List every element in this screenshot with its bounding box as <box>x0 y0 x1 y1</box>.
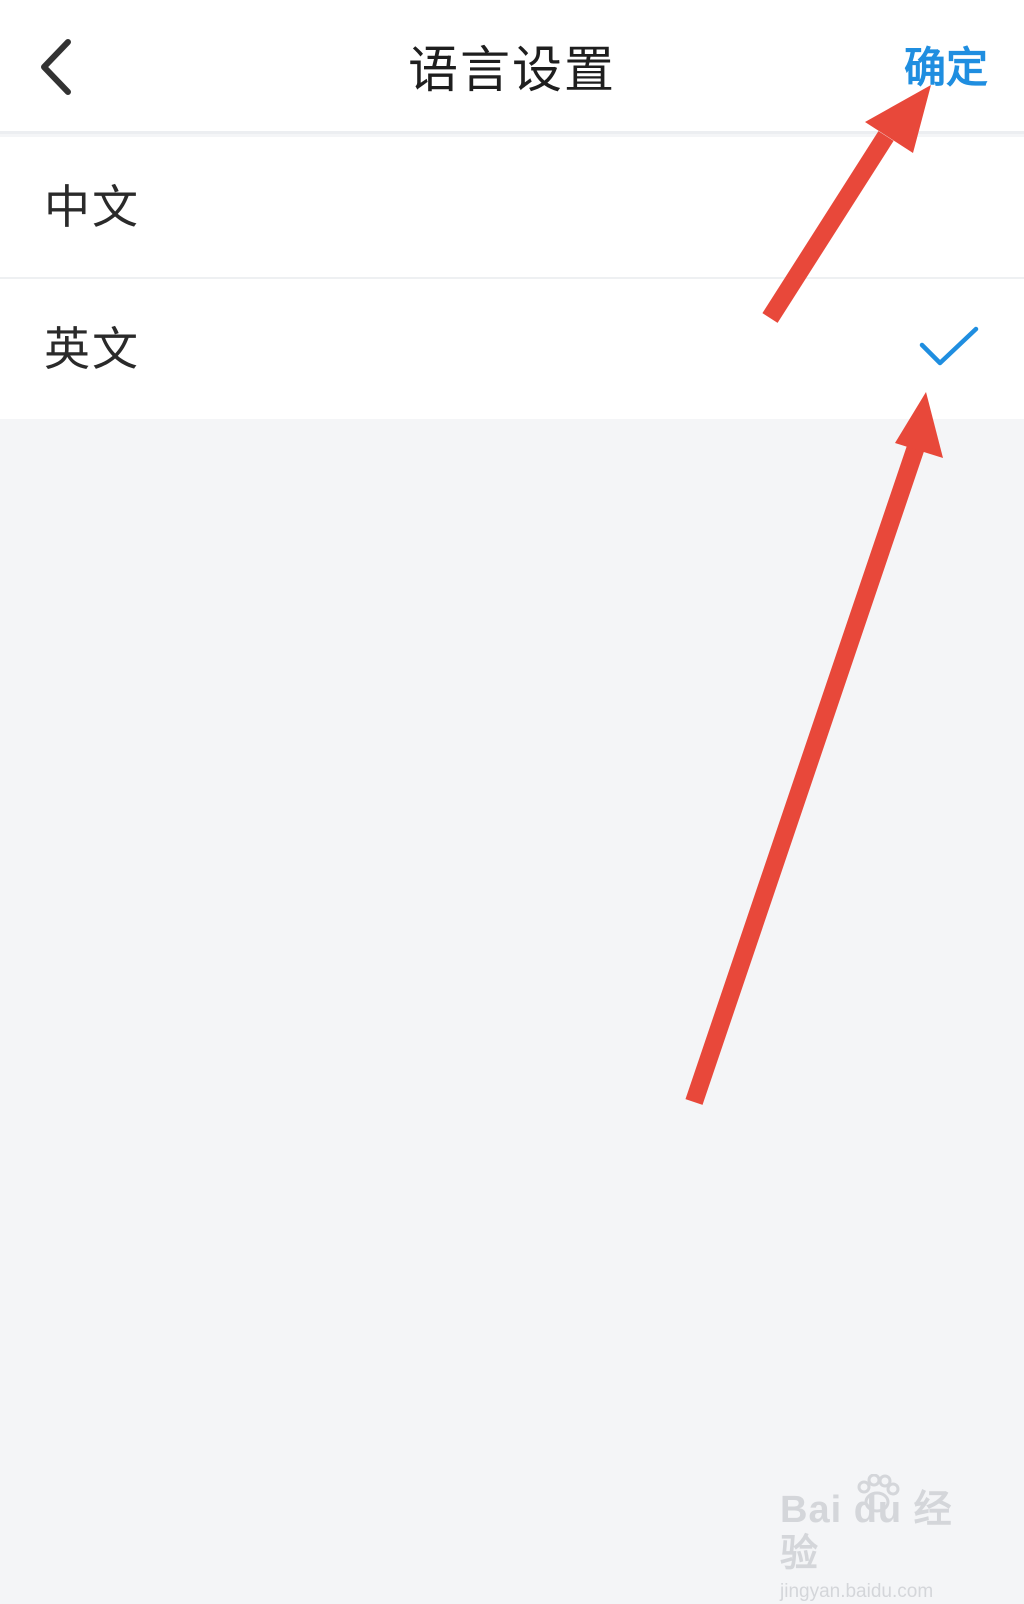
language-label: 中文 <box>44 180 140 234</box>
annotation-arrow-to-checkmark <box>685 392 943 1105</box>
language-option-chinese[interactable]: 中文 <box>0 137 1024 279</box>
language-option-english[interactable]: 英文 <box>0 279 1024 419</box>
paw-icon <box>857 1474 900 1513</box>
watermark-url: jingyan.baidu.com <box>780 1581 934 1602</box>
language-list: 中文 英文 <box>0 137 1024 419</box>
language-label: 英文 <box>44 322 140 376</box>
watermark: Bai du 经验 jingyan.baidu.com <box>780 1474 980 1604</box>
confirm-button[interactable]: 确定 <box>904 40 988 96</box>
page-title: 语言设置 <box>408 41 616 99</box>
check-icon <box>919 326 979 366</box>
top-nav-bar: 语言设置 确定 <box>0 0 1024 134</box>
